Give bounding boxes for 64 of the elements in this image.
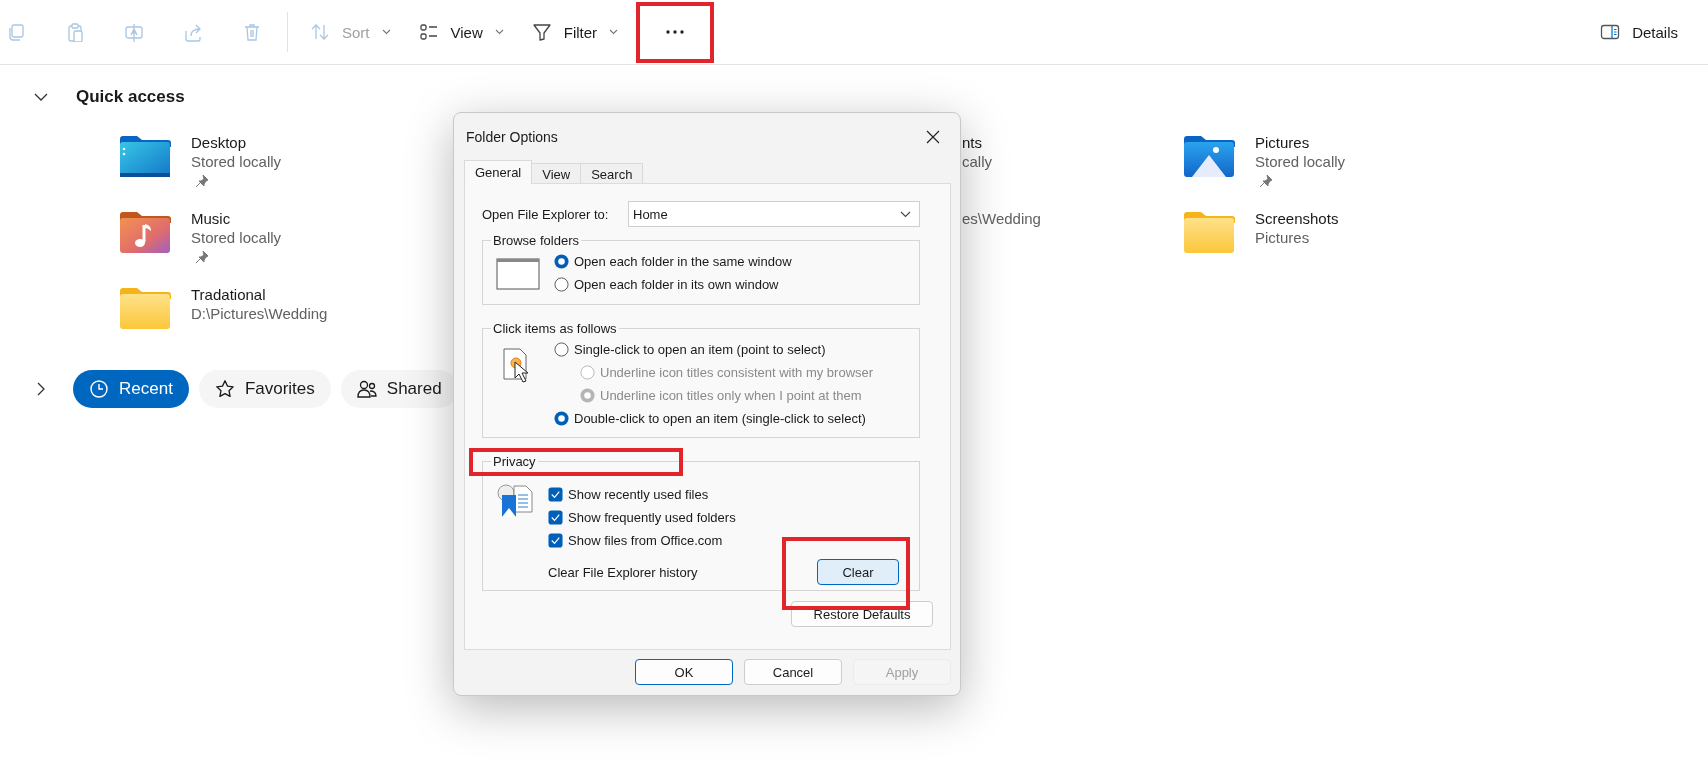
- recent-files-icon: [496, 483, 534, 519]
- clock-icon: [89, 379, 109, 399]
- details-icon: [1600, 22, 1621, 42]
- desktop-folder-icon: [118, 133, 172, 179]
- folder-name[interactable]: nts: [962, 133, 992, 152]
- more-button[interactable]: [636, 1, 715, 63]
- music-folder-icon: [118, 209, 172, 255]
- folder-name[interactable]: Music: [191, 209, 282, 228]
- dropdown-field[interactable]: Home: [628, 201, 920, 227]
- radio-option[interactable]: Double-click to open an item (single-click to select): [554, 407, 874, 430]
- folder-name[interactable]: Tradational: [191, 285, 328, 304]
- view-icon: [418, 22, 439, 42]
- copy-icon: [6, 22, 26, 42]
- field-label: Open File Explorer to:: [482, 206, 610, 222]
- checkbox-option[interactable]: Show files from Office.com: [548, 529, 919, 552]
- folder-name[interactable]: Desktop: [191, 133, 282, 152]
- folder-location: es\Wedding: [962, 209, 1041, 228]
- dialog-button[interactable]: Cancel: [744, 659, 842, 685]
- more-icon: [665, 30, 686, 34]
- sort-icon: [310, 22, 330, 42]
- dialog-tab[interactable]: General: [464, 160, 533, 184]
- pictures-folder-icon: [1182, 133, 1236, 179]
- clear-button[interactable]: Clear: [817, 559, 899, 585]
- chevron-down-icon: [900, 210, 911, 218]
- filter-button[interactable]: Filter: [519, 12, 631, 52]
- dialog-button[interactable]: OK: [635, 659, 733, 685]
- dialog-tab[interactable]: Search: [580, 163, 644, 184]
- paste-icon: [65, 22, 85, 42]
- chevron-down-icon: [494, 29, 504, 35]
- view-button[interactable]: View: [406, 12, 516, 52]
- window-icon: [496, 258, 540, 290]
- folder-name[interactable]: Screenshots: [1255, 209, 1339, 228]
- checkbox-option[interactable]: Show frequently used folders: [548, 506, 919, 529]
- filter-icon: [531, 22, 552, 42]
- folder-location: D:\Pictures\Wedding: [191, 304, 328, 323]
- folder-icon: [118, 285, 172, 331]
- chevron-down-icon: [381, 29, 391, 35]
- folder-location: cally: [962, 152, 992, 171]
- chevron-down-icon: [609, 29, 619, 35]
- group-label: Click items as follows: [492, 321, 618, 336]
- filter-tab[interactable]: Recent: [73, 370, 189, 408]
- checkbox-option[interactable]: Show recently used files: [548, 483, 919, 506]
- radio-option[interactable]: Single-click to open an item (point to select): [554, 338, 874, 361]
- radio-option[interactable]: Open each folder in the same window: [554, 250, 792, 273]
- folder-location: Stored locally: [1255, 152, 1346, 171]
- folder-icon: [1182, 209, 1236, 255]
- rename-icon: [124, 22, 144, 42]
- star-icon: [214, 379, 235, 399]
- close-icon: [926, 129, 940, 144]
- filter-tab[interactable]: Favorites: [198, 370, 331, 408]
- delete-icon: [242, 22, 262, 42]
- details-button[interactable]: Details: [1588, 12, 1690, 52]
- option-label: Clear File Explorer history: [548, 564, 698, 580]
- dialog-title: Folder Options: [466, 128, 558, 145]
- folder-location: Pictures: [1255, 228, 1311, 247]
- radio-option[interactable]: Open each folder in its own window: [554, 273, 792, 296]
- group-label: Browse folders: [492, 233, 580, 248]
- folder-location: Stored locally: [191, 152, 282, 171]
- group-label: Privacy: [493, 454, 536, 469]
- folder-location: Stored locally: [191, 228, 282, 247]
- section-title: Quick access: [76, 87, 185, 107]
- share-icon: [183, 22, 203, 42]
- folder-name[interactable]: Pictures: [1255, 133, 1346, 152]
- people-icon: [356, 379, 377, 399]
